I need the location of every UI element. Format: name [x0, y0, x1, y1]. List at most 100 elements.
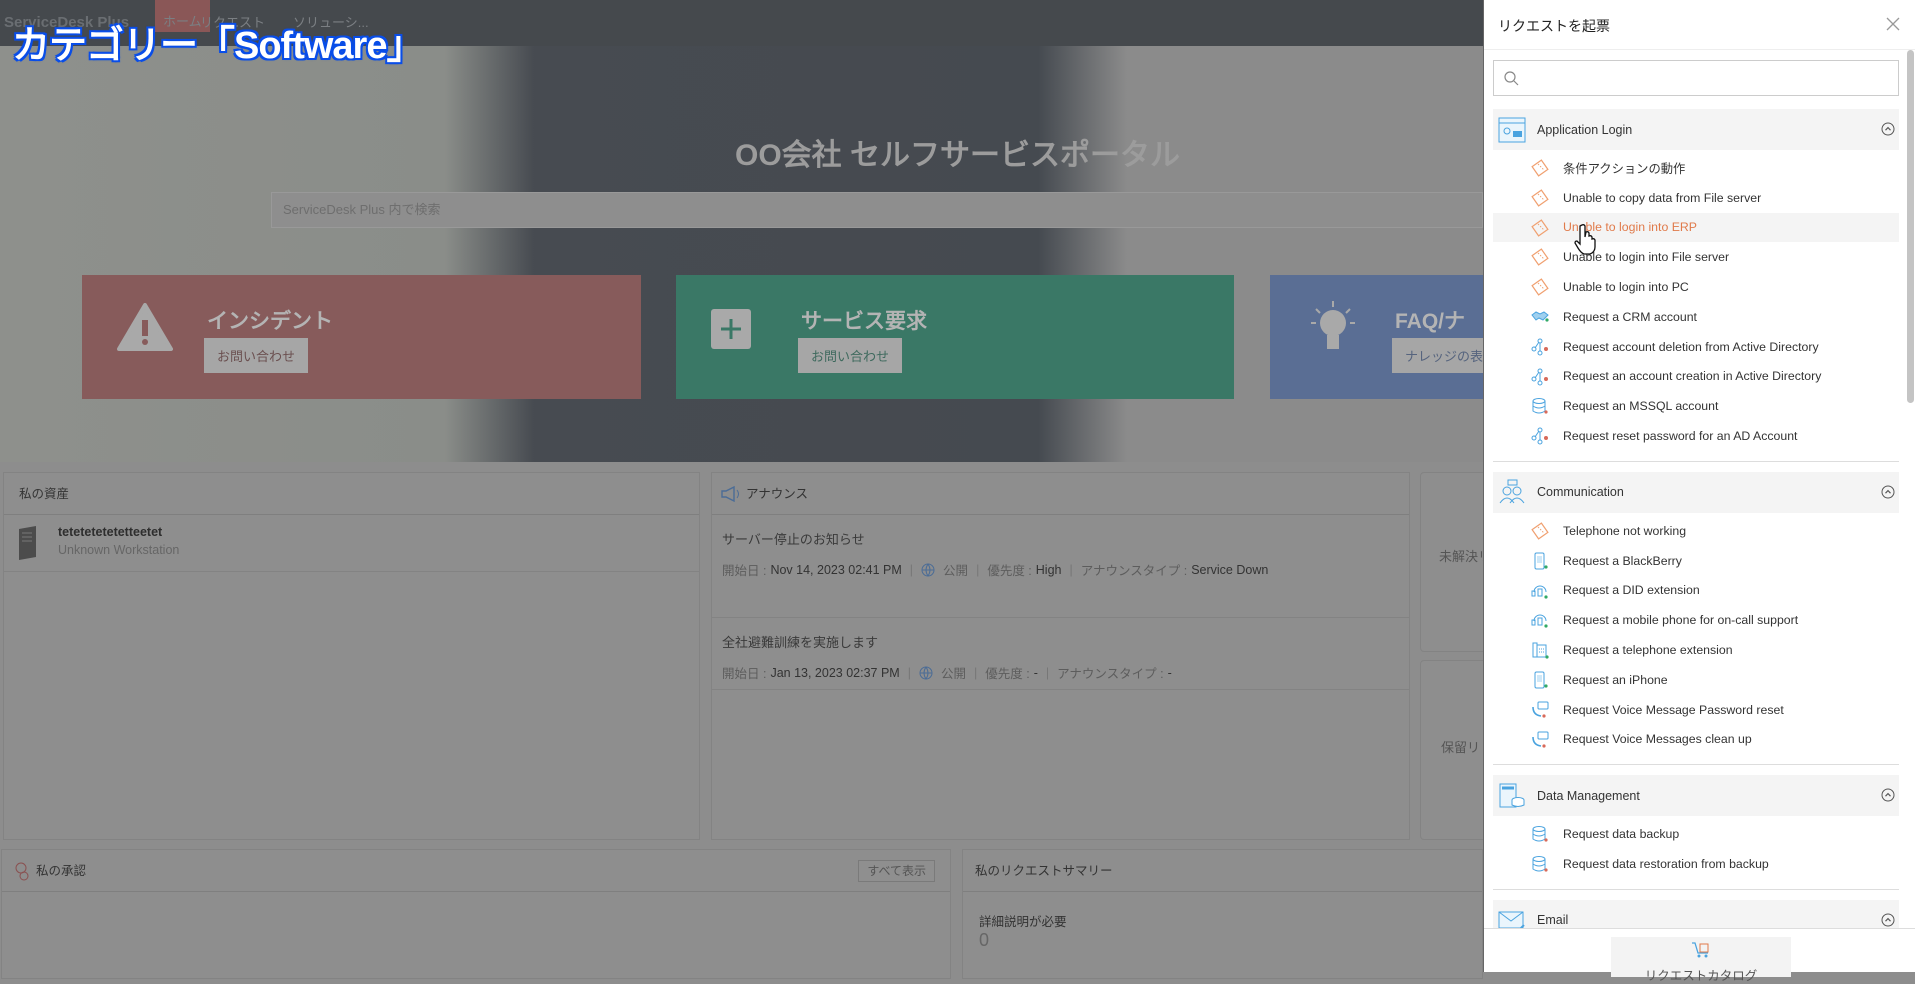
my-assets-card: 私の資産 tetetetetetetteetet Unknown Worksta… [3, 472, 700, 840]
category-icon [1498, 479, 1526, 505]
catalog-item[interactable]: Request a CRM account [1493, 302, 1899, 332]
catalog-item[interactable]: Unable to login into ERP [1493, 212, 1899, 243]
knowledge-button[interactable]: ナレッジの表 [1392, 338, 1483, 373]
divider: | [976, 562, 980, 577]
chevron-up-icon[interactable] [1881, 122, 1895, 139]
ticket-icon [1531, 248, 1549, 267]
summary-label: 詳細説明が必要 [979, 915, 1067, 929]
announcement-title[interactable]: サーバー停止のお知らせ [722, 529, 1399, 548]
card-header: 私のリクエストサマリー [963, 850, 1482, 892]
catalog-item[interactable]: Unable to copy data from File server [1493, 183, 1899, 213]
database-icon [1531, 825, 1549, 843]
tile-incident[interactable]: インシデント お問い合わせ [82, 275, 641, 399]
summary-count[interactable]: 0 [979, 930, 989, 951]
catalog-item-label: Unable to copy data from File server [1563, 190, 1762, 205]
chevron-up-icon[interactable] [1881, 913, 1895, 928]
voicemail-icon [1531, 701, 1549, 719]
category-header[interactable]: Application Login [1493, 109, 1899, 150]
tile-service-request[interactable]: サービス要求 お問い合わせ [676, 275, 1234, 399]
catalog-item[interactable]: Request an account creation in Active Di… [1493, 362, 1899, 392]
catalog-item[interactable]: Request an iPhone [1493, 665, 1899, 695]
category-caption: カテゴリー「Software」 [11, 24, 425, 68]
category-label: Application Login [1537, 122, 1633, 137]
ticket-icon [1531, 278, 1549, 296]
tile-faq[interactable]: FAQ/ナレ ナレッジの表 [1270, 275, 1483, 399]
catalog-item[interactable]: Request a DID extension [1493, 576, 1899, 606]
card-title: 私のリクエストサマリー [975, 863, 1113, 878]
catalog-item-label: Request an MSSQL account [1563, 399, 1719, 414]
headset-icon [1531, 611, 1549, 629]
card-title: 私の資産 [19, 486, 70, 501]
type-label: アナウンスタイプ : [1080, 564, 1188, 578]
visibility: 公開 [943, 564, 969, 578]
catalog-item[interactable]: Request reset password for an AD Account [1493, 421, 1899, 451]
catalog-search-input[interactable] [1494, 61, 1898, 95]
announcement-item[interactable]: サーバー停止のお知らせ 開始日 : Nov 14, 2023 02:41 PM |… [712, 515, 1409, 618]
catalog-item-label: Request data backup [1563, 827, 1680, 842]
announcement-title[interactable]: 全社避難訓練を実施します [722, 632, 1399, 651]
catalog-item-label: Request account deletion from Active Dir… [1563, 339, 1819, 354]
catalog-item[interactable]: Request Voice Messages clean up [1493, 725, 1899, 755]
hand-cursor-icon [1574, 224, 1596, 255]
priority-label: 優先度 : [987, 564, 1032, 578]
chevron-up-icon[interactable] [1881, 788, 1895, 805]
catalog-item-label: Request Voice Messages clean up [1563, 732, 1752, 747]
catalog-item[interactable]: Request account deletion from Active Dir… [1493, 332, 1899, 362]
catalog-item[interactable]: Telephone not working [1493, 516, 1899, 546]
catalog-item-label: Request a BlackBerry [1563, 553, 1682, 568]
divider: | [973, 665, 978, 680]
catalog-item-label: 条件アクションの動作 [1563, 161, 1686, 176]
lightbulb-icon [1311, 301, 1355, 349]
catalog-item[interactable]: Request an MSSQL account [1493, 391, 1899, 421]
type-label: アナウンスタイプ : [1057, 667, 1164, 681]
catalog-item[interactable]: Request data restoration from backup [1493, 849, 1899, 879]
incident-contact-button[interactable]: お問い合わせ [204, 338, 309, 373]
catalog-item[interactable]: Request Voice Message Password reset [1493, 695, 1899, 725]
priority-label: 優先度 : [985, 667, 1030, 681]
globe-icon [919, 666, 933, 679]
asset-row[interactable]: tetetetetetetteetet Unknown Workstation [4, 515, 699, 572]
headset-icon [1531, 582, 1549, 600]
announcement-item[interactable]: 全社避難訓練を実施します 開始日 : Jan 13, 2023 02:37 PM … [712, 618, 1409, 690]
start-label: 開始日 : [722, 564, 767, 578]
category-header[interactable]: Data Management [1493, 775, 1899, 817]
announcement-type: Service Down [1191, 562, 1269, 577]
show-all-button[interactable]: すべて表示 [858, 859, 935, 882]
desk-phone-icon [1531, 641, 1549, 659]
service-contact-button[interactable]: お問い合わせ [798, 338, 903, 373]
my-approvals-card: 私の承認 すべて表示 [1, 849, 951, 979]
catalog-item[interactable]: Request a telephone extension [1493, 635, 1899, 665]
catalog-item[interactable]: Unable to login into PC [1493, 272, 1899, 302]
category-header[interactable]: Communication [1493, 471, 1899, 513]
card-header: アナウンス [712, 473, 1409, 515]
megaphone-icon [721, 485, 739, 502]
catalog-item[interactable]: Request data backup [1493, 819, 1899, 849]
card-title: アナウンス [746, 486, 809, 501]
request-catalog-button[interactable]: リクエストカタログ [1611, 937, 1791, 983]
portal-search-input[interactable]: ServiceDesk Plus 内で検索 [271, 192, 1483, 228]
visibility: 公開 [940, 667, 966, 681]
divider: | [909, 562, 914, 577]
close-icon[interactable] [1885, 16, 1901, 32]
mobile-icon [1531, 671, 1549, 689]
catalog-item-label: Request a mobile phone for on-call suppo… [1563, 613, 1799, 628]
catalog-item[interactable]: Request a BlackBerry [1493, 546, 1899, 576]
database-icon [1531, 855, 1549, 873]
catalog-item[interactable]: Unable to login into File server [1493, 242, 1899, 272]
category-label: Email [1537, 913, 1569, 928]
panel-scrollbar[interactable] [1907, 50, 1914, 403]
approval-icon [15, 862, 29, 880]
plus-icon [711, 309, 751, 349]
catalog-item[interactable]: 条件アクションの動作 [1493, 153, 1899, 183]
catalog-search[interactable] [1493, 60, 1899, 96]
start-label: 開始日 : [722, 667, 767, 681]
chevron-up-icon[interactable] [1881, 485, 1895, 502]
divider: | [1045, 665, 1050, 680]
asset-name[interactable]: tetetetetetetteetet [58, 525, 162, 539]
category-header[interactable]: Email [1493, 899, 1899, 928]
announcement-type: - [1167, 665, 1172, 680]
card-title: 私の承認 [36, 863, 87, 878]
request-catalog-label: リクエストカタログ [1644, 969, 1758, 983]
catalog-item[interactable]: Request a mobile phone for on-call suppo… [1493, 605, 1899, 635]
globe-icon [921, 563, 935, 576]
